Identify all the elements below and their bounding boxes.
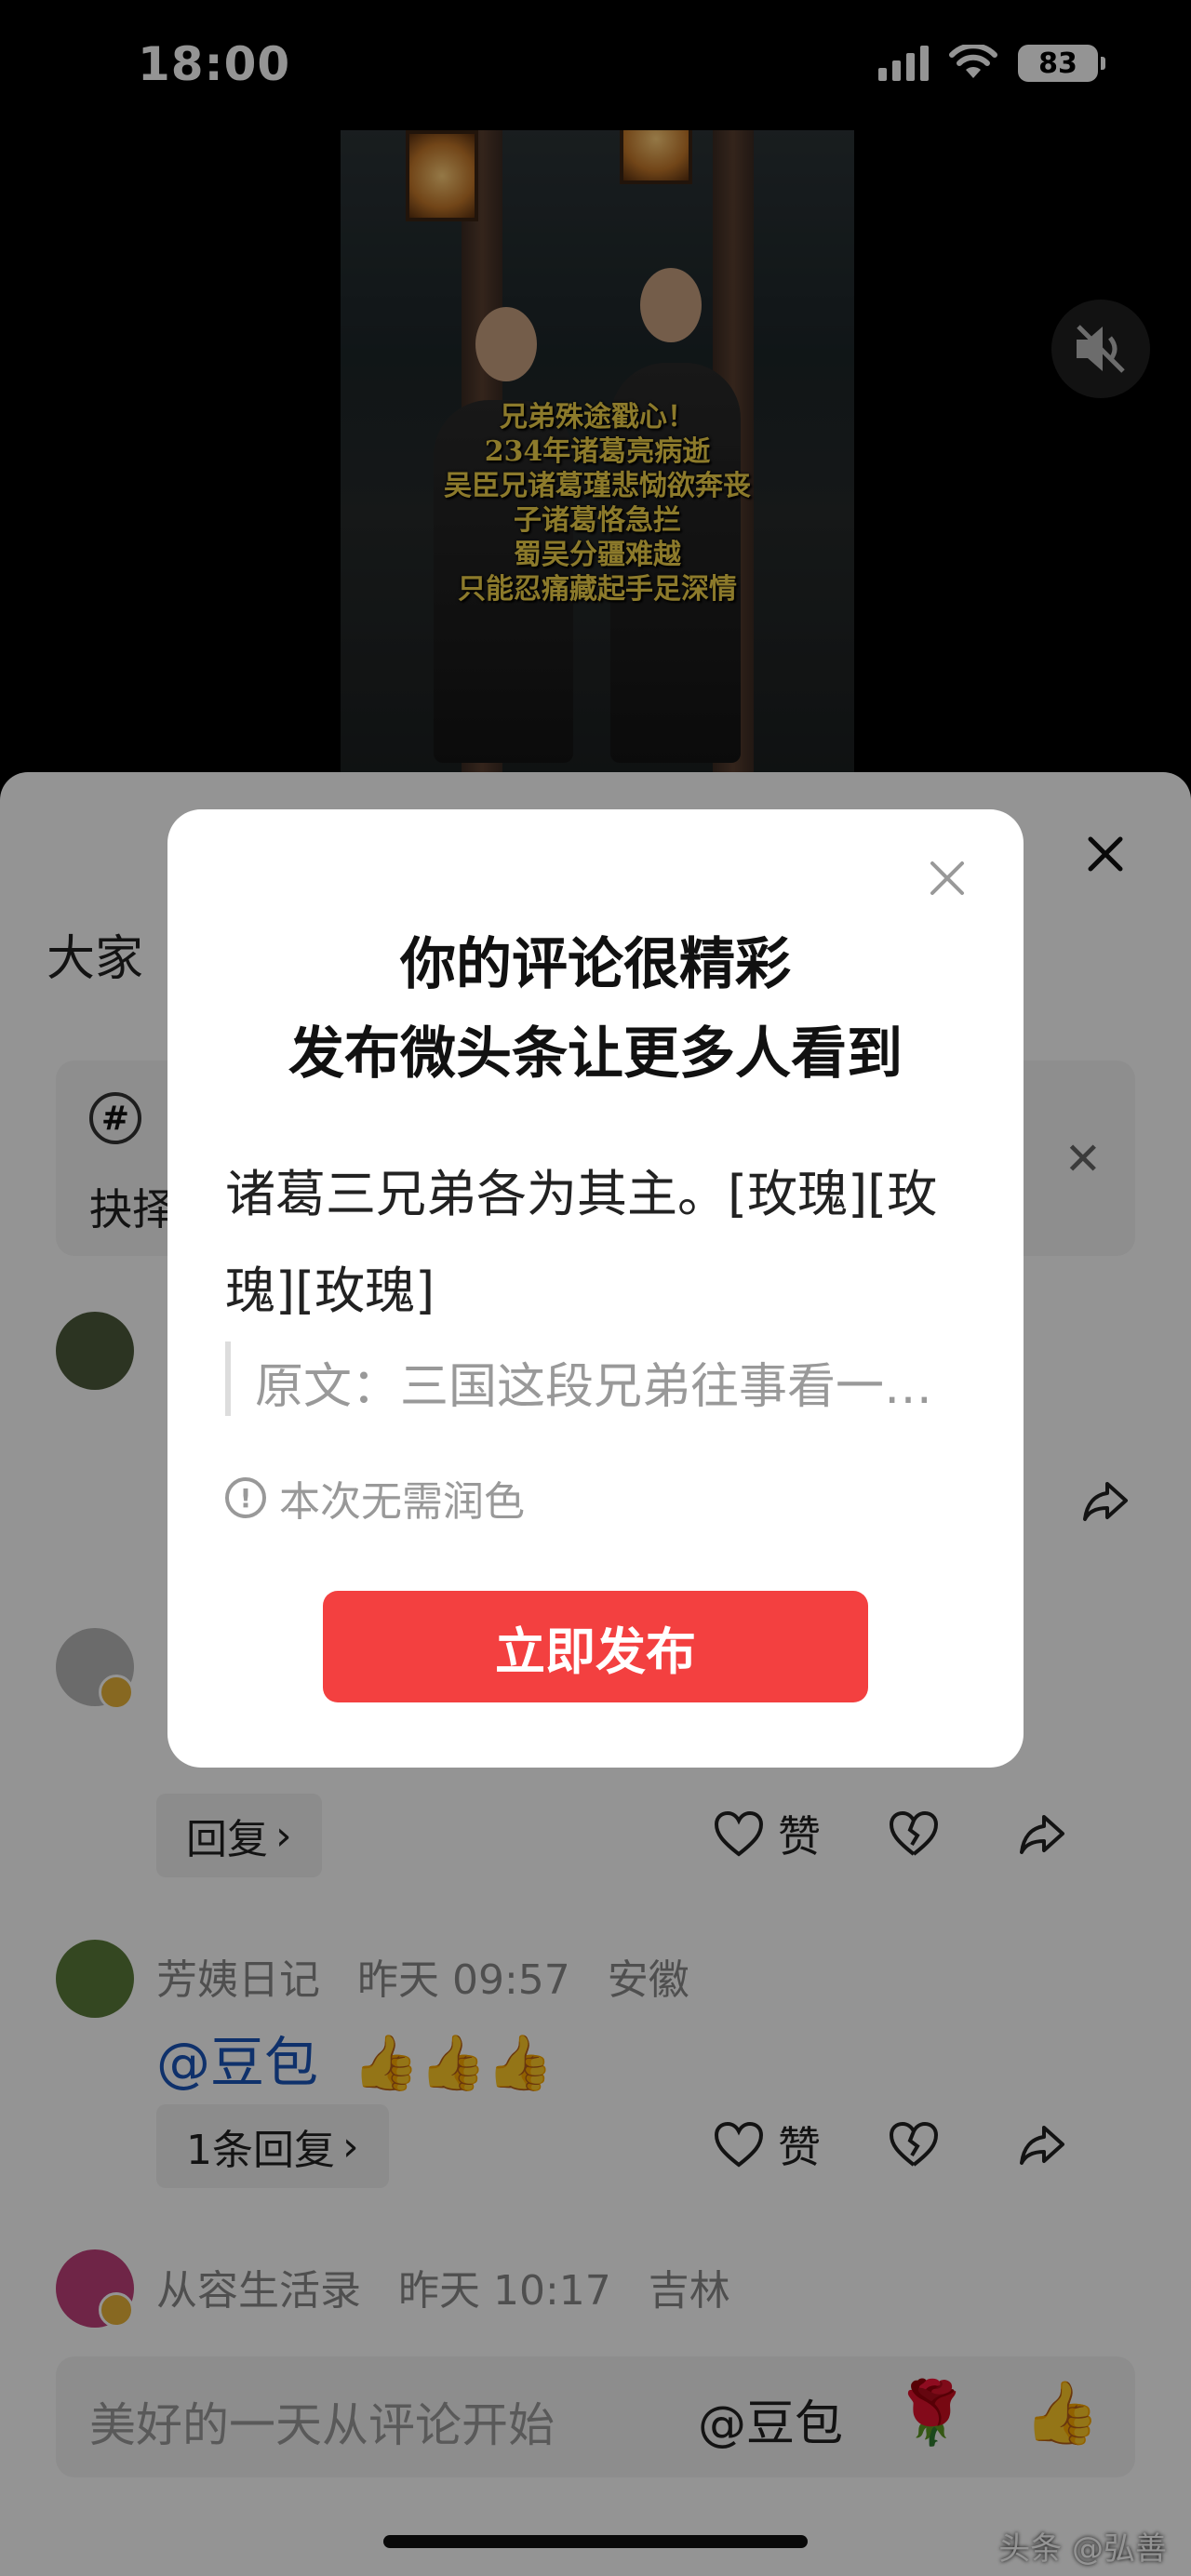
dialog-title-line2: 发布微头条让更多人看到 (288, 1021, 903, 1087)
publish-dialog: 你的评论很精彩 发布微头条让更多人看到 诸葛三兄弟各为其主。[玫瑰][玫瑰][玫… (167, 809, 1024, 1768)
note-text: 本次无需润色 (279, 1478, 525, 1526)
original-quote: 原文：三国这段兄弟往事看一… (225, 1341, 975, 1416)
close-icon[interactable] (927, 858, 968, 899)
publish-button[interactable]: 立即发布 (323, 1591, 868, 1702)
info-icon: ! (225, 1477, 266, 1518)
comment-preview: 诸葛三兄弟各为其主。[玫瑰][玫瑰][玫瑰] (225, 1165, 938, 1320)
dialog-title-line1: 你的评论很精彩 (400, 932, 791, 997)
polish-note: ! 本次无需润色 (225, 1468, 525, 1528)
quote-text: 原文：三国这段兄弟往事看一… (255, 1359, 933, 1415)
